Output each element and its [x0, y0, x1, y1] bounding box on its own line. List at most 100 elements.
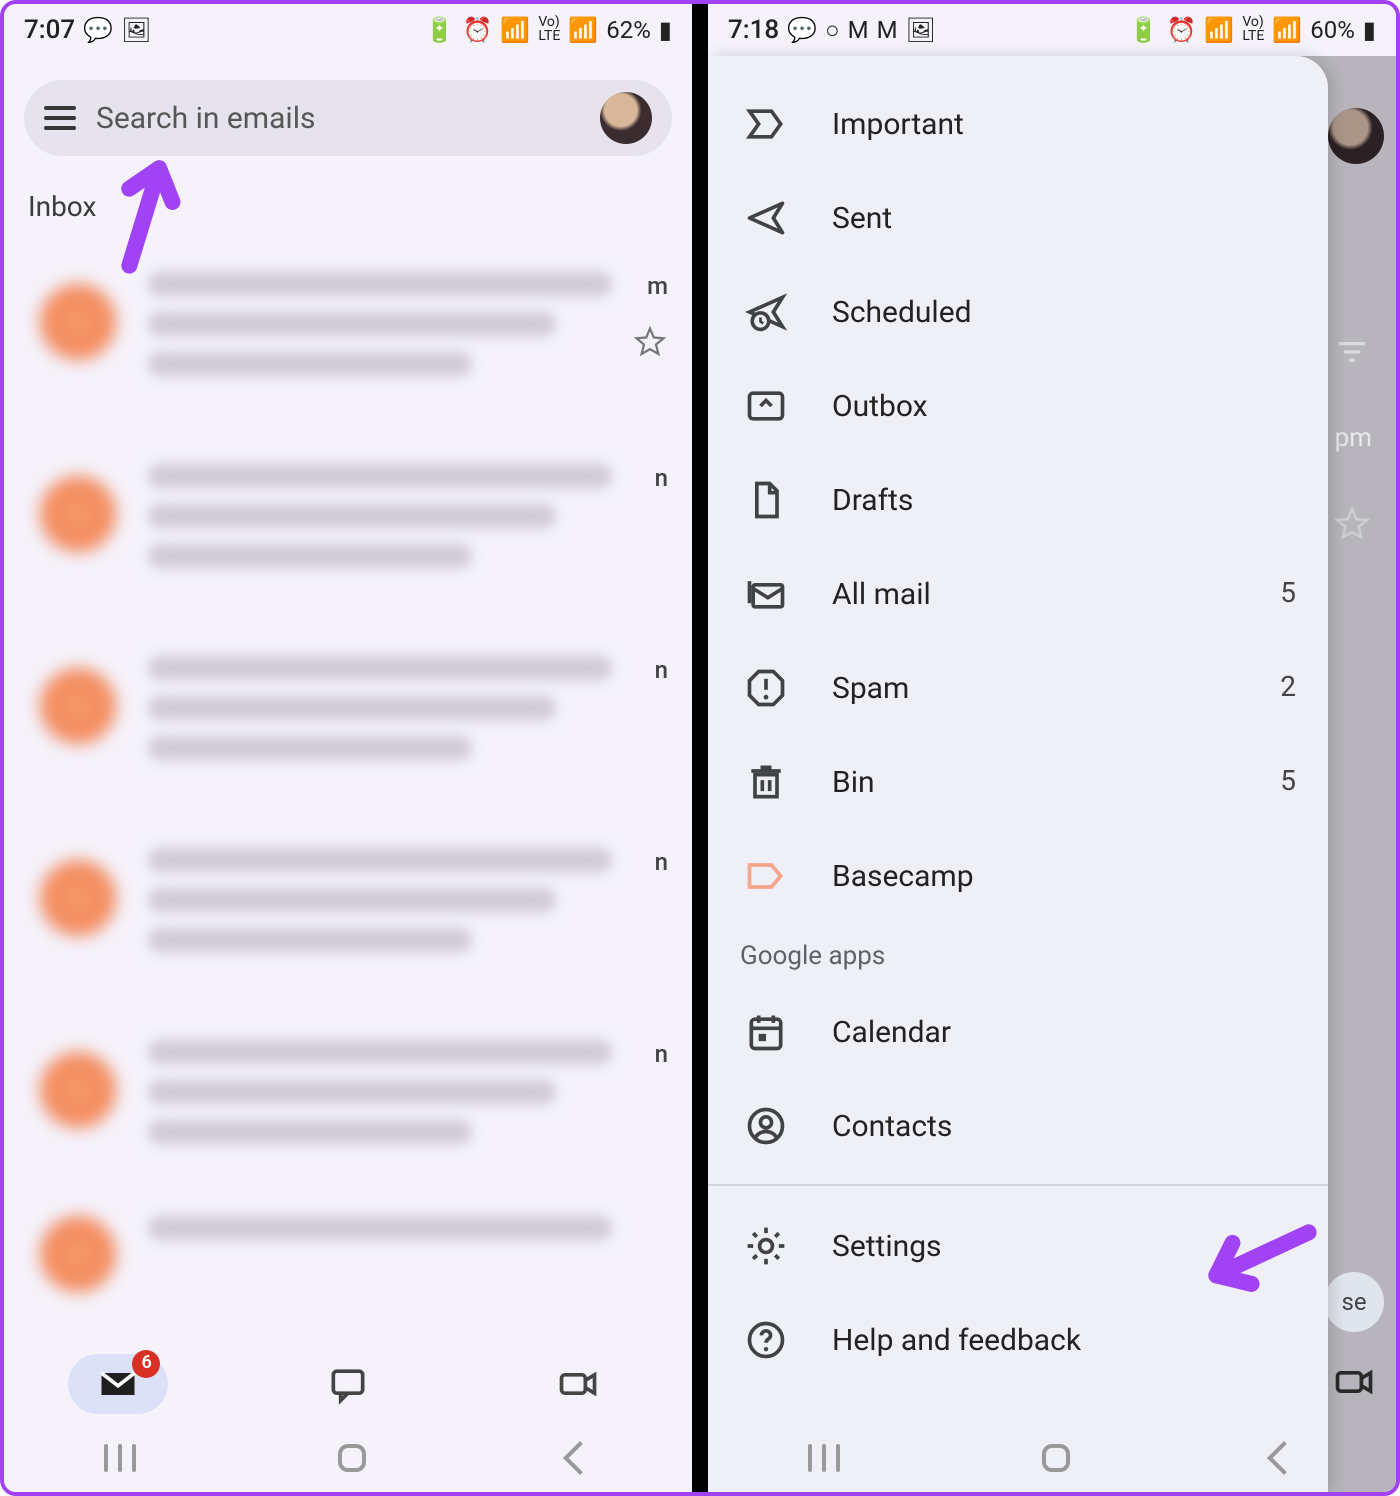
battery-icon: ▮: [1363, 16, 1376, 44]
nav-meet-tab[interactable]: [527, 1354, 627, 1414]
bottom-nav: 6: [4, 1344, 692, 1424]
email-item[interactable]: n: [4, 620, 692, 812]
contacts-icon: [744, 1103, 788, 1147]
battery-icon: ▮: [659, 16, 672, 44]
notif-gmail-icon: M: [848, 16, 869, 44]
drawer-item-label: Bin: [832, 763, 875, 799]
android-softnav: [4, 1424, 692, 1492]
help-icon: [744, 1317, 788, 1361]
scheduled-icon: [744, 289, 788, 333]
email-item[interactable]: m: [4, 236, 692, 428]
drawer-item-important[interactable]: Important: [708, 76, 1328, 170]
drawer-item-calendar[interactable]: Calendar: [708, 984, 1328, 1078]
drawer-item-label: Contacts: [832, 1107, 952, 1143]
drawer-item-settings[interactable]: Settings: [708, 1198, 1328, 1292]
drawer-item-label: Drafts: [832, 481, 913, 517]
outbox-icon: [744, 383, 788, 427]
wifi-icon: 📶: [500, 16, 530, 44]
drawer-item-count: 5: [1280, 577, 1296, 609]
status-bar: 7:07 💬 🖼 🔋 ⏰ 📶 Vo)LTE 📶 62% ▮: [4, 4, 692, 56]
drawer-item-label: Basecamp: [832, 857, 974, 893]
drawer-item-label: Spam: [832, 669, 909, 705]
notif-gmail-icon: M: [877, 16, 898, 44]
battery-saver-icon: 🔋: [425, 16, 455, 44]
chat-icon: [326, 1362, 370, 1406]
drawer-item-help-and-feedback[interactable]: Help and feedback: [708, 1292, 1328, 1386]
back-button[interactable]: [1266, 1441, 1300, 1475]
star-icon[interactable]: [632, 324, 668, 360]
screen-inbox: 7:07 💬 🖼 🔋 ⏰ 📶 Vo)LTE 📶 62% ▮ Search in …: [4, 4, 700, 1492]
drawer-item-label: Settings: [832, 1227, 942, 1263]
recents-button[interactable]: [105, 1444, 137, 1472]
drawer-item-outbox[interactable]: Outbox: [708, 358, 1328, 452]
home-button[interactable]: [338, 1444, 366, 1472]
drawer-item-count: 2: [1280, 671, 1296, 703]
nav-drawer: Important Sent Scheduled Outbox Drafts All ma…: [708, 56, 1328, 1492]
inbox-label: Inbox: [28, 192, 692, 224]
account-avatar: [1328, 108, 1384, 164]
notif-image-icon: 🖼: [121, 16, 151, 44]
search-placeholder[interactable]: Search in emails: [96, 100, 580, 136]
account-avatar[interactable]: [600, 92, 652, 144]
back-button[interactable]: [562, 1441, 596, 1475]
drawer-item-label: Help and feedback: [832, 1321, 1081, 1357]
spam-icon: [744, 665, 788, 709]
signal-icon: 📶: [568, 16, 598, 44]
drawer-item-scheduled[interactable]: Scheduled: [708, 264, 1328, 358]
notif-chat-icon: 💬: [83, 16, 113, 44]
bin-icon: [744, 759, 788, 803]
android-softnav: [708, 1424, 1396, 1492]
email-item[interactable]: [4, 1196, 692, 1296]
drawer-item-label: Important: [832, 105, 964, 141]
sent-icon: [744, 195, 788, 239]
allmail-icon: [744, 571, 788, 615]
drawer-item-label: Sent: [832, 199, 892, 235]
search-bar[interactable]: Search in emails: [24, 80, 672, 156]
wifi-icon: 📶: [1204, 16, 1234, 44]
drawer-section-header: Google apps: [708, 922, 1328, 984]
email-item[interactable]: n: [4, 812, 692, 1004]
email-item[interactable]: n: [4, 1004, 692, 1196]
drawer-item-bin[interactable]: Bin 5: [708, 734, 1328, 828]
video-icon: [555, 1362, 599, 1406]
recents-button[interactable]: [809, 1444, 841, 1472]
screen-drawer: 7:18 💬 ○ M M 🖼 🔋 ⏰ 📶 Vo)LTE 📶 60% ▮ 40 p…: [700, 4, 1396, 1492]
drawer-item-label: Calendar: [832, 1013, 951, 1049]
drawer-item-drafts[interactable]: Drafts: [708, 452, 1328, 546]
video-icon: [1332, 1360, 1376, 1404]
battery-percent: 62%: [606, 16, 651, 44]
status-time: 7:07: [24, 15, 75, 45]
filter-icon: [1332, 332, 1372, 372]
drawer-item-label: Scheduled: [832, 293, 972, 329]
drawer-item-label: All mail: [832, 575, 931, 611]
nav-mail-tab[interactable]: 6: [69, 1354, 169, 1414]
signal-icon: 📶: [1272, 16, 1302, 44]
home-button[interactable]: [1042, 1444, 1070, 1472]
volte-icon: Vo)LTE: [1242, 16, 1264, 44]
email-list: m n n n n: [4, 236, 692, 1296]
drawer-item-contacts[interactable]: Contacts: [708, 1078, 1328, 1172]
notif-whatsapp-icon: ○: [825, 16, 840, 44]
status-time: 7:18: [728, 15, 779, 45]
battery-saver-icon: 🔋: [1129, 16, 1159, 44]
status-bar: 7:18 💬 ○ M M 🖼 🔋 ⏰ 📶 Vo)LTE 📶 60% ▮: [708, 4, 1396, 56]
drawer-item-sent[interactable]: Sent: [708, 170, 1328, 264]
partial-button: se: [1324, 1272, 1384, 1332]
star-icon: [1332, 504, 1372, 544]
drawer-item-spam[interactable]: Spam 2: [708, 640, 1328, 734]
notif-chat-icon: 💬: [787, 16, 817, 44]
important-icon: [744, 101, 788, 145]
divider: [708, 1184, 1328, 1186]
calendar-icon: [744, 1009, 788, 1053]
hamburger-menu-icon[interactable]: [44, 106, 76, 130]
nav-chat-tab[interactable]: [298, 1354, 398, 1414]
notif-image-icon: 🖼: [906, 16, 936, 44]
email-item[interactable]: n: [4, 428, 692, 620]
volte-icon: Vo)LTE: [538, 16, 560, 44]
drawer-item-all-mail[interactable]: All mail 5: [708, 546, 1328, 640]
drawer-item-count: 5: [1280, 765, 1296, 797]
drawer-item-basecamp[interactable]: Basecamp: [708, 828, 1328, 922]
unread-badge: 6: [133, 1350, 161, 1378]
settings-icon: [744, 1223, 788, 1267]
label-icon: [744, 853, 788, 897]
